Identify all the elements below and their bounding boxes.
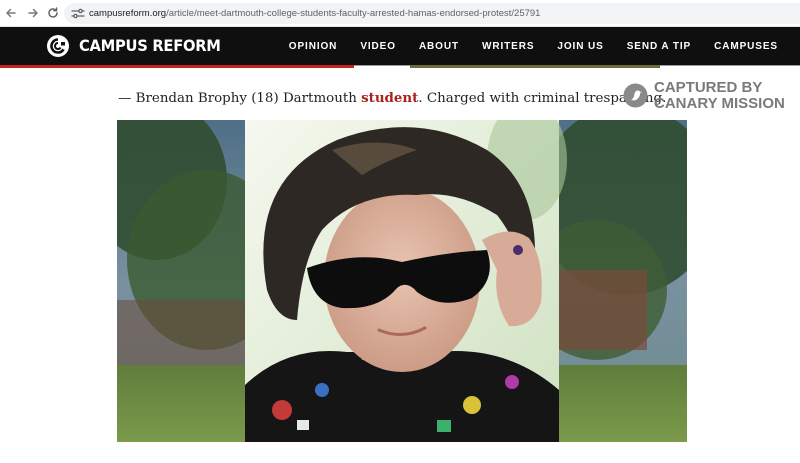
caption-prefix: — Brendan Brophy (18) Dartmouth (118, 91, 362, 106)
nav-join-us[interactable]: JOIN US (557, 41, 603, 52)
student-portrait-image (117, 120, 687, 442)
campus-reform-logo-icon[interactable] (46, 34, 70, 58)
browser-toolbar: campusreform.org/article/meet-dartmouth-… (0, 0, 800, 27)
site-logo-text[interactable]: CAMPUS REFORM (79, 35, 221, 57)
nav-about[interactable]: ABOUT (419, 41, 459, 52)
canary-bird-icon (623, 83, 648, 108)
caption-student-link[interactable]: student (361, 90, 418, 106)
header-accent-rule (0, 65, 354, 68)
nav-campuses[interactable]: CAMPUSES (714, 41, 778, 52)
url-path: /article/meet-dartmouth-college-students… (166, 8, 541, 19)
watermark-line-1: CAPTURED BY (654, 79, 763, 96)
forward-button[interactable] (24, 4, 42, 22)
nav-send-a-tip[interactable]: SEND A TIP (627, 41, 691, 52)
header-banner-edge (410, 65, 660, 68)
nav-writers[interactable]: WRITERS (482, 41, 534, 52)
arrow-left-icon (5, 8, 16, 18)
arrow-right-icon (28, 8, 39, 18)
photo-caption: — Brendan Brophy (18) Dartmouth student.… (118, 88, 666, 109)
site-header: CAMPUS REFORM OPINION VIDEO ABOUT WRITER… (0, 27, 800, 65)
watermark-line-2: CANARY MISSION (654, 95, 785, 112)
main-navigation: OPINION VIDEO ABOUT WRITERS JOIN US SEND… (266, 27, 778, 65)
reload-button[interactable] (44, 4, 62, 22)
url-domain: campusreform.org (89, 8, 167, 19)
back-button[interactable] (2, 4, 20, 22)
canary-mission-watermark: CAPTURED BY CANARY MISSION (623, 80, 793, 112)
address-bar[interactable]: campusreform.org/article/meet-dartmouth-… (64, 3, 800, 24)
nav-opinion[interactable]: OPINION (289, 41, 338, 52)
article-photo (117, 120, 687, 442)
url-text[interactable]: campusreform.org/article/meet-dartmouth-… (89, 7, 540, 20)
reload-icon (48, 7, 58, 18)
site-settings-icon[interactable] (71, 7, 85, 20)
nav-video[interactable]: VIDEO (360, 41, 396, 52)
